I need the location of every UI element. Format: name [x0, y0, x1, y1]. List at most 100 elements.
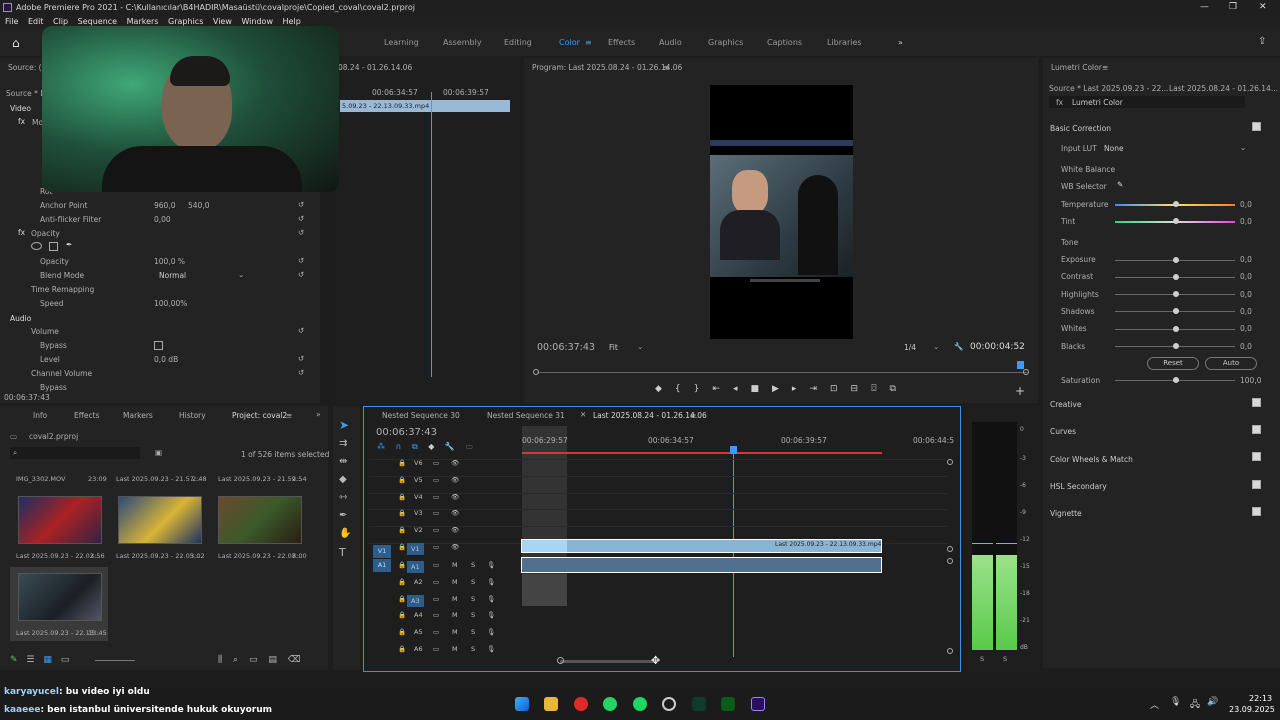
out-point-icon[interactable]: }	[694, 384, 713, 394]
exposure-knob[interactable]	[1173, 257, 1179, 263]
video-clip[interactable]: Last 2025.09.23 - 22.13.09.33.mp4 [V	[521, 539, 890, 553]
step-forward-icon[interactable]: ▸	[792, 384, 810, 394]
menu-file[interactable]: File	[5, 17, 18, 26]
timeline-playhead[interactable]	[733, 452, 734, 657]
nest-icon[interactable]: ⁂	[377, 442, 385, 451]
sync-lock-icon[interactable]: ▭	[433, 509, 439, 517]
reset-icon[interactable]: ↺	[298, 354, 304, 363]
lumetri-source[interactable]: Source * Last 2025.09.23 - 22...	[1049, 84, 1168, 93]
reset-icon[interactable]: ↺	[298, 200, 304, 209]
home-icon[interactable]: ⌂	[12, 36, 20, 50]
lumetri-effect-select[interactable]: Lumetri Color	[1072, 98, 1123, 107]
program-out-handle[interactable]	[1023, 369, 1029, 375]
find-icon[interactable]: ⌕	[233, 655, 238, 665]
tab-project[interactable]: Project: coval2	[232, 411, 287, 420]
fit-dropdown-icon[interactable]: ⌄	[637, 342, 643, 351]
highlights-knob[interactable]	[1173, 291, 1179, 297]
voice-over-mic-icon[interactable]: 🎙	[487, 561, 495, 569]
lock-icon[interactable]: 🔒	[398, 509, 406, 517]
eye-icon[interactable]: 👁	[451, 459, 459, 467]
marker-icon[interactable]: ◆	[655, 384, 675, 394]
mute-button[interactable]: M	[452, 645, 458, 653]
timeline-timecode[interactable]: 00:06:37:43	[376, 427, 437, 438]
share-icon[interactable]: ⇪	[1258, 36, 1266, 47]
blacks-knob[interactable]	[1173, 343, 1179, 349]
microphone-icon[interactable]: 🎙	[1170, 697, 1181, 707]
project-thumbnail[interactable]	[218, 496, 302, 544]
workspace-effects[interactable]: Effects	[608, 38, 635, 47]
solo-button[interactable]: S	[471, 645, 475, 653]
menu-markers[interactable]: Markers	[127, 17, 159, 26]
step-back-icon[interactable]: ◂	[733, 384, 751, 394]
selection-tool-icon[interactable]: ➤	[339, 418, 349, 432]
lock-icon[interactable]: 🔒	[398, 459, 406, 467]
panel-overflow-icon[interactable]: »	[316, 410, 321, 419]
track-label[interactable]: A5	[414, 628, 423, 636]
tone-header[interactable]: Tone	[1061, 238, 1078, 247]
creative-header[interactable]: Creative	[1050, 400, 1081, 409]
lock-icon[interactable]: 🔒	[398, 645, 406, 653]
zoom-slider[interactable]	[95, 660, 135, 661]
horizontal-scrollbar[interactable]	[560, 660, 657, 663]
pencil-icon[interactable]: ✎	[10, 655, 18, 665]
shadows-knob[interactable]	[1173, 308, 1179, 314]
ec-anchor-x[interactable]: 960,0	[154, 201, 175, 210]
premiere-taskbar-icon[interactable]	[751, 697, 765, 711]
auto-button[interactable]: Auto	[1205, 357, 1257, 370]
sync-lock-icon[interactable]: ▭	[433, 493, 439, 501]
pen-tool-icon[interactable]: ✒	[339, 510, 347, 521]
lock-icon[interactable]: 🔒	[398, 526, 406, 534]
tab-nested-31[interactable]: Nested Sequence 31	[487, 411, 565, 420]
track-label[interactable]: A2	[414, 578, 423, 586]
mute-button[interactable]: M	[452, 595, 458, 603]
solo-button[interactable]: S	[471, 611, 475, 619]
tint-value[interactable]: 0,0	[1240, 217, 1252, 226]
solo-button[interactable]: S	[471, 628, 475, 636]
track-label[interactable]: V6	[414, 459, 423, 467]
pen-mask-icon[interactable]: ✒	[66, 240, 72, 249]
workspace-assembly[interactable]: Assembly	[443, 38, 482, 47]
program-playhead[interactable]	[1017, 361, 1024, 369]
source-patch-v1[interactable]: V1	[373, 545, 391, 558]
comparison-icon[interactable]: ⧉	[889, 384, 908, 394]
resolution-dropdown-icon[interactable]: ⌄	[933, 342, 939, 351]
lumetri-sequence[interactable]: Last 2025.08.24 - 01.26.14...	[1169, 84, 1278, 93]
play-icon[interactable]: ▶	[772, 384, 792, 394]
menu-help[interactable]: Help	[283, 17, 301, 26]
saturation-value[interactable]: 100,0	[1240, 376, 1261, 385]
track-label[interactable]: A6	[414, 645, 423, 653]
scroll-left-handle[interactable]	[557, 657, 564, 664]
hsl-secondary-checkbox[interactable]	[1252, 480, 1261, 489]
workspace-color[interactable]: Color	[559, 38, 580, 47]
whites-value[interactable]: 0,0	[1240, 324, 1252, 333]
menu-view[interactable]: View	[213, 17, 232, 26]
new-bin-icon[interactable]: ▭	[249, 655, 258, 665]
reset-icon[interactable]: ↺	[298, 368, 304, 377]
new-item-icon[interactable]: ▤	[268, 655, 277, 665]
creative-checkbox[interactable]	[1252, 398, 1261, 407]
project-search-input[interactable]	[10, 447, 140, 459]
ec-level-value[interactable]: 0,0 dB	[154, 355, 178, 364]
sync-lock-icon[interactable]: ▭	[433, 611, 439, 619]
contrast-knob[interactable]	[1173, 274, 1179, 280]
extract-icon[interactable]: ⊟	[851, 384, 872, 394]
menu-clip[interactable]: Clip	[53, 17, 68, 26]
solo-button[interactable]: S	[471, 578, 475, 586]
ec-playhead[interactable]	[431, 92, 432, 377]
vertical-scroll-handle[interactable]	[947, 648, 953, 654]
spotify-icon[interactable]	[633, 697, 647, 711]
vignette-checkbox[interactable]	[1252, 507, 1261, 516]
media-player-icon[interactable]	[721, 697, 735, 711]
ec-mini-clip[interactable]: 5.09.23 - 22.13.09.33.mp4	[340, 100, 510, 112]
slip-icon[interactable]: ⇿	[339, 492, 347, 503]
project-menu-icon[interactable]: ≡	[286, 411, 292, 420]
automate-icon[interactable]: ⫼	[218, 655, 222, 665]
wrench-icon[interactable]: 🔧	[954, 342, 963, 351]
windows-start-icon[interactable]	[515, 697, 529, 711]
highlights-value[interactable]: 0,0	[1240, 290, 1252, 299]
settings-wrench-icon[interactable]: 🔧	[445, 442, 455, 451]
track-label[interactable]: A4	[414, 611, 423, 619]
minimize-icon[interactable]: —	[1200, 0, 1209, 15]
volume-icon[interactable]: 🔊	[1207, 697, 1218, 707]
saturation-knob[interactable]	[1173, 377, 1179, 383]
